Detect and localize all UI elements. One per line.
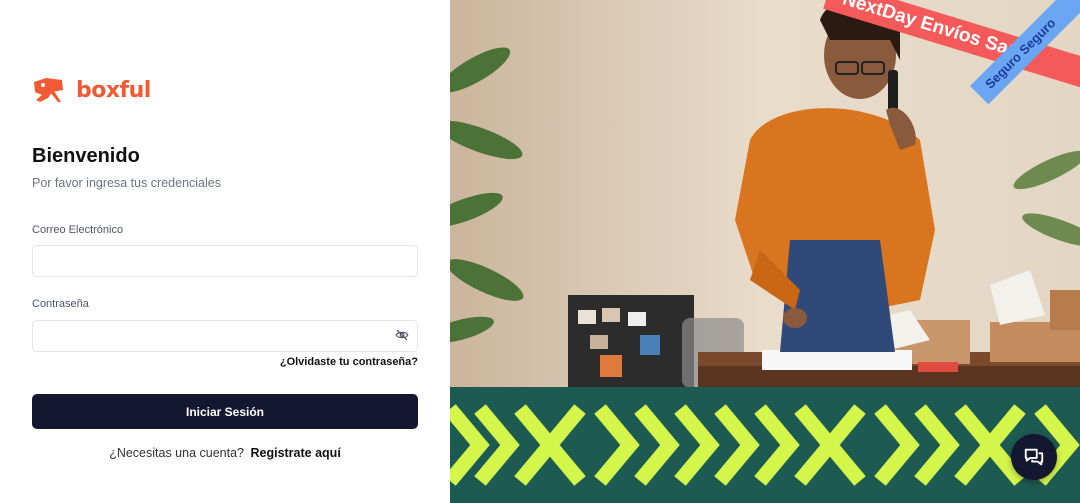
signup-link[interactable]: Registrate aquí (250, 446, 340, 460)
eye-off-icon[interactable] (395, 328, 409, 342)
page-subtitle: Por favor ingresa tus credenciales (32, 176, 221, 190)
email-field[interactable] (32, 245, 418, 277)
page-title: Bienvenido (32, 145, 140, 167)
chat-bubbles-icon (1024, 448, 1044, 466)
password-field[interactable] (32, 320, 418, 352)
email-label: Correo Electrónico (32, 224, 124, 236)
signup-question: ¿Necesitas una cuenta? (109, 446, 244, 460)
chat-button[interactable] (1011, 434, 1057, 480)
brand-name: boxful (76, 77, 151, 103)
password-label: Contraseña (32, 298, 89, 310)
hero-panel: NextDay Envíos Same Seguro Seguro (450, 0, 1080, 503)
brand-logo[interactable]: boxful (32, 76, 151, 104)
delivery-mascot-icon (34, 78, 63, 102)
forgot-password-link[interactable]: ¿Olvidaste tu contraseña? (280, 356, 418, 368)
chevron-pattern (450, 404, 1080, 486)
brand-pattern-band (450, 387, 1080, 503)
login-panel: boxful Bienvenido Por favor ingresa tus … (0, 0, 450, 503)
login-button[interactable]: Iniciar Sesión (32, 394, 418, 429)
signup-prompt: ¿Necesitas una cuenta? Registrate aquí (0, 446, 450, 460)
